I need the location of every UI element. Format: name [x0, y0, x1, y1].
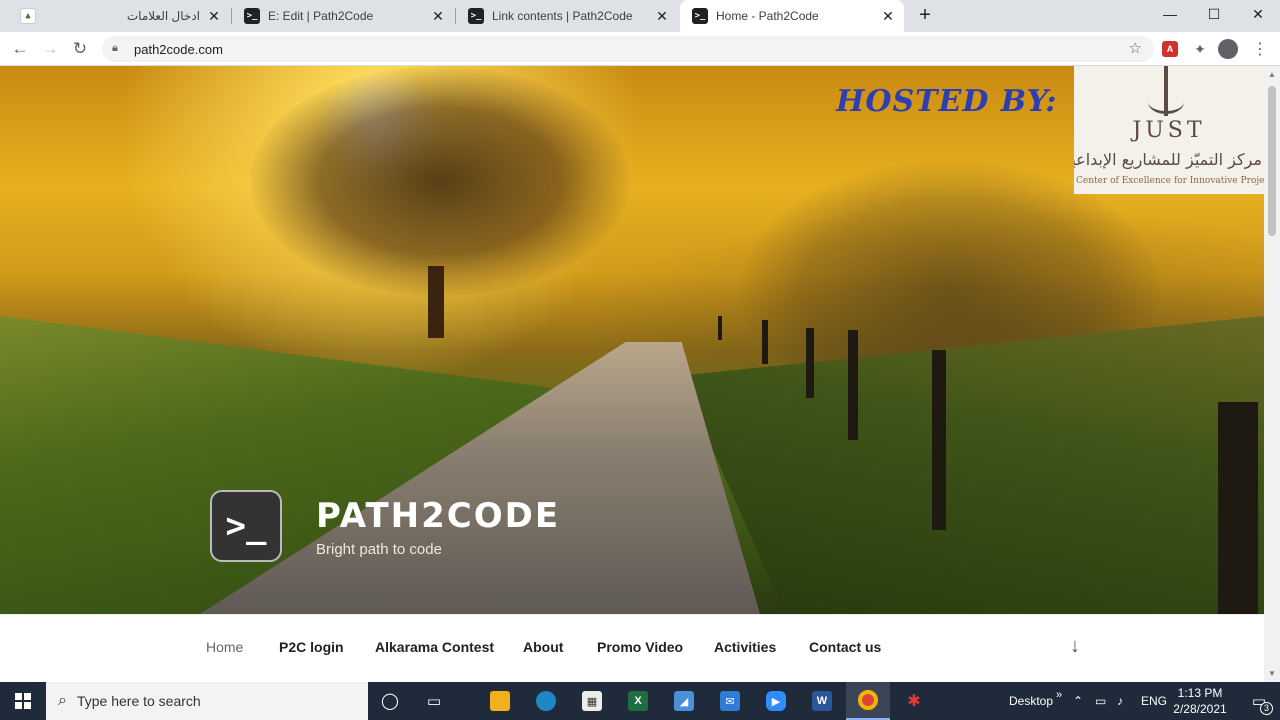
snipping-tool-icon[interactable]: ✱ — [892, 682, 936, 720]
terminal-icon: >_ — [244, 8, 260, 24]
fence-post — [1218, 402, 1258, 614]
puzzle-extensions-icon[interactable]: ✦ — [1190, 39, 1210, 59]
tab-home[interactable]: >_ Home - Path2Code ✕ — [680, 0, 904, 32]
hero-banner: HOSTED BY: JUST مركز التميّز للمشاريع ال… — [0, 66, 1264, 614]
tab-title: E: Edit | Path2Code — [268, 9, 374, 23]
fence-post — [932, 350, 946, 530]
close-icon[interactable]: ✕ — [430, 8, 446, 24]
page-scrollbar[interactable]: ▲ ▼ — [1264, 66, 1280, 682]
edge-icon[interactable] — [524, 682, 568, 720]
fence-post — [806, 328, 814, 398]
store-icon[interactable]: ▦ — [570, 682, 614, 720]
url-text: path2code.com — [134, 41, 223, 57]
taskbar-clock[interactable]: 1:13 PM 2/28/2021 — [1168, 685, 1232, 717]
minimize-button[interactable]: — — [1148, 0, 1192, 28]
excel-icon[interactable]: X — [616, 682, 660, 720]
close-icon[interactable]: ✕ — [654, 8, 670, 24]
site-title[interactable]: PATH2CODE — [316, 496, 560, 536]
fence-post — [718, 316, 722, 340]
lock-icon: 🔒︎ — [112, 42, 118, 54]
search-icon: ⌕ — [58, 692, 67, 709]
tab-strip: ▲ ادخال العلامات ✕ >_ E: Edit | Path2Cod… — [0, 0, 1280, 32]
fence-post — [848, 330, 858, 440]
close-icon[interactable]: ✕ — [206, 8, 222, 24]
nav-item-p2c-login[interactable]: P2C login — [279, 639, 344, 655]
scroll-down-arrow-icon[interactable]: ↓ — [1070, 635, 1080, 658]
tab-title: ادخال العلامات — [126, 9, 200, 23]
site-tagline: Bright path to code — [316, 541, 442, 558]
nav-item-about[interactable]: About — [523, 639, 563, 655]
chrome-icon[interactable] — [846, 682, 890, 720]
zoom-icon[interactable]: ▶ — [754, 682, 798, 720]
nav-item-promo-video[interactable]: Promo Video — [597, 639, 683, 655]
nav-item-home[interactable]: Home — [206, 639, 243, 655]
nav-item-alkarama-contest[interactable]: Alkarama Contest — [375, 639, 494, 655]
tab-edit[interactable]: >_ E: Edit | Path2Code ✕ — [232, 0, 454, 32]
pdf-extension-icon[interactable]: A — [1160, 39, 1180, 59]
reload-button[interactable]: ↻ — [68, 37, 92, 61]
word-icon[interactable]: W — [800, 682, 844, 720]
sponsor-tree-roots — [1148, 90, 1184, 114]
tab-link-contents[interactable]: >_ Link contents | Path2Code ✕ — [456, 0, 678, 32]
hosted-by-text: HOSTED BY: — [836, 84, 1058, 119]
address-bar[interactable]: 🔒︎ path2code.com ☆ — [102, 36, 1154, 62]
battery-network-icon[interactable]: ▭ — [1095, 682, 1106, 720]
bookmark-icon: ▲ — [20, 8, 36, 24]
start-button[interactable] — [0, 682, 46, 720]
sponsor-name: JUST — [1132, 118, 1206, 143]
scroll-down-icon[interactable]: ▼ — [1268, 669, 1276, 678]
close-icon[interactable]: ✕ — [880, 8, 896, 24]
scrollbar-thumb[interactable] — [1268, 86, 1276, 236]
tab-title: Home - Path2Code — [716, 9, 819, 23]
taskbar-search-box[interactable]: ⌕ Type here to search — [46, 682, 368, 720]
new-tab-button[interactable]: + — [914, 5, 936, 26]
profile-avatar-icon[interactable] — [1218, 39, 1238, 59]
site-logo-icon[interactable]: >_ — [210, 490, 282, 562]
app-icon[interactable]: ◢ — [662, 682, 706, 720]
sponsor-logo[interactable]: JUST مركز التميّز للمشاريع الإبداعية Cen… — [1074, 66, 1264, 194]
forward-button[interactable]: → — [38, 37, 62, 61]
menu-kebab-icon[interactable]: ⋮ — [1250, 39, 1270, 59]
nav-item-contact-us[interactable]: Contact us — [809, 639, 881, 655]
search-placeholder: Type here to search — [76, 693, 201, 709]
site-navigation: Home P2C login Alkarama Contest About Pr… — [0, 614, 1264, 682]
bookmark-star-icon[interactable]: ☆ — [1129, 39, 1142, 57]
scroll-up-icon[interactable]: ▲ — [1268, 70, 1276, 79]
terminal-icon: >_ — [692, 8, 708, 24]
desktop-toolbar-label[interactable]: Desktop — [1009, 682, 1053, 720]
fence-post — [762, 320, 768, 364]
windows-taskbar: ⌕ Type here to search ◯ ▭ ▦ X ◢ ✉ ▶ W ✱ … — [0, 682, 1280, 720]
maximize-button[interactable]: ☐ — [1192, 0, 1236, 28]
page-viewport: HOSTED BY: JUST مركز التميّز للمشاريع ال… — [0, 66, 1264, 682]
action-center-icon[interactable]: ▭ 3 — [1238, 682, 1280, 720]
language-indicator[interactable]: ENG — [1141, 682, 1167, 720]
task-view-icon[interactable]: ▭ — [412, 682, 456, 720]
close-window-button[interactable]: ✕ — [1236, 0, 1280, 28]
cortana-icon[interactable]: ◯ — [368, 682, 412, 720]
sponsor-arabic-name: مركز التميّز للمشاريع الإبداعية — [1074, 150, 1262, 169]
mail-icon[interactable]: ✉ — [708, 682, 752, 720]
back-button[interactable]: ← — [8, 37, 32, 61]
file-explorer-icon[interactable] — [478, 682, 522, 720]
volume-icon[interactable]: ♪ — [1117, 682, 1123, 720]
notification-badge: 3 — [1260, 702, 1273, 715]
clock-date: 2/28/2021 — [1173, 702, 1227, 716]
tree-image — [250, 66, 630, 296]
tab-grades[interactable]: ▲ ادخال العلامات ✕ — [8, 0, 230, 32]
toolbar-chevron-icon[interactable]: » — [1056, 676, 1062, 714]
nav-item-activities[interactable]: Activities — [714, 639, 776, 655]
browser-toolbar: ← → ↻ 🔒︎ path2code.com ☆ A ✦ ⋮ — [0, 32, 1280, 66]
tree-trunk — [428, 266, 444, 338]
tray-overflow-icon[interactable]: ⌃ — [1073, 682, 1083, 720]
terminal-icon: >_ — [468, 8, 484, 24]
clock-time: 1:13 PM — [1177, 686, 1223, 700]
windows-logo-icon — [15, 693, 31, 709]
sponsor-english-name: Center of Excellence for Innovative Proj… — [1076, 176, 1264, 186]
tab-title: Link contents | Path2Code — [492, 9, 633, 23]
